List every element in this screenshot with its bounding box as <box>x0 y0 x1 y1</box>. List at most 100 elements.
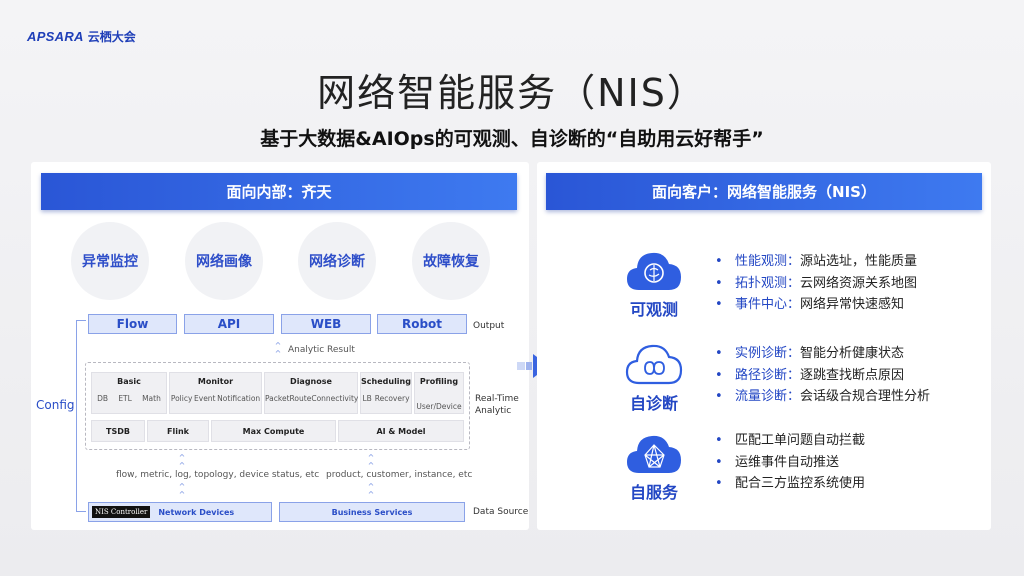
engine-tsdb: TSDB <box>91 420 145 442</box>
module-item: Event <box>194 394 216 403</box>
datasource-label: Data Source <box>473 507 529 517</box>
capability-circle: 网络画像 <box>185 222 263 300</box>
item-colon: ： <box>787 254 801 269</box>
logo-cn-text: 云栖大会 <box>87 30 136 44</box>
infinity-cloud-icon <box>625 344 683 385</box>
self-service-list: 匹配工单问题自动拦截 运维事件自动推送 配合三方监控系统使用 <box>713 430 865 495</box>
output-label: Output <box>473 321 505 331</box>
item-colon: ： <box>787 367 801 383</box>
apsara-logo: APSARA 云栖大会 <box>27 28 136 45</box>
list-item: 事件中心：网络异常快速感知 <box>713 294 917 316</box>
engine-label: TSDB <box>106 426 130 436</box>
list-item: 实例诊断：智能分析健康状态 <box>713 343 930 365</box>
left-panel-header: 面向内部：齐天 <box>41 173 517 210</box>
up-arrow-icon: ⌃ ⌃ <box>366 481 376 502</box>
realtime-label: Real-Time Analytic <box>475 394 519 416</box>
module-profiling: Profiling User/Device <box>414 372 464 414</box>
item-value: 匹配工单问题自动拦截 <box>735 433 866 448</box>
item-key: 流量诊断 <box>735 389 788 404</box>
item-key: 事件中心 <box>735 297 788 312</box>
module-monitor: Monitor Policy Event Notification <box>169 372 262 414</box>
item-key: 路径诊断 <box>735 367 788 383</box>
module-item: Notification <box>217 394 261 403</box>
module-item: DB <box>97 394 109 403</box>
module-item: Packet <box>265 394 290 403</box>
source-right-text: product, customer, instance, etc <box>326 470 473 480</box>
item-value: 会话级合规合理性分析 <box>800 389 931 404</box>
item-key: 实例诊断 <box>735 346 788 361</box>
analytic-result-label: Analytic Result <box>288 345 355 355</box>
observe-list: 性能观测：源站选址，性能质量 拓扑观测：云网络资源关系地图 事件中心：网络异常快… <box>713 251 917 316</box>
capability-circle: 网络诊断 <box>298 222 376 300</box>
list-item: 性能观测：源站选址，性能质量 <box>713 251 917 273</box>
item-value: 源站选址，性能质量 <box>800 254 918 269</box>
module-basic: Basic DB ETL Math <box>91 372 167 414</box>
item-key: 性能观测 <box>735 254 788 269</box>
module-item: LB <box>362 394 372 403</box>
list-item: 路径诊断：逐跳查找断点原因 <box>713 365 930 387</box>
engine-flink: Flink <box>147 420 209 442</box>
item-value: 云网络资源关系地图 <box>800 275 918 291</box>
module-item: Recovery <box>374 394 410 403</box>
category-diagnose: 自诊断 <box>629 394 678 413</box>
item-value: 智能分析健康状态 <box>800 346 905 361</box>
module-title: Diagnose <box>290 377 332 386</box>
item-value: 网络异常快速感知 <box>800 297 905 312</box>
capability-circle: 异常监控 <box>71 222 149 300</box>
brain-cloud-icon <box>627 252 681 290</box>
capability-circle: 故障恢复 <box>412 222 490 300</box>
right-panel-header: 面向客户：网络智能服务（NIS） <box>546 173 982 210</box>
item-colon: ： <box>787 346 801 361</box>
category-observe: 可观测 <box>629 300 678 319</box>
up-arrow-icon: ⌃ ⌃ <box>366 452 376 473</box>
module-item: Policy <box>170 394 193 403</box>
module-diagnose: Diagnose Packet Route Connectivity <box>264 372 358 414</box>
network-cloud-icon <box>627 435 681 473</box>
module-item: Math <box>142 394 161 403</box>
module-item: ETL <box>118 394 132 403</box>
diagnose-list: 实例诊断：智能分析健康状态 路径诊断：逐跳查找断点原因 流量诊断：会话级合规合理… <box>713 343 930 408</box>
engine-label: Max Compute <box>242 426 305 436</box>
config-label: Config <box>35 398 76 412</box>
list-item: 匹配工单问题自动拦截 <box>713 430 865 452</box>
item-key: 拓扑观测 <box>735 275 788 291</box>
item-colon: ： <box>787 389 801 404</box>
slide-title: 网络智能服务（NIS） <box>317 71 707 115</box>
item-value: 逐跳查找断点原因 <box>800 367 905 383</box>
source-left-text: flow, metric, log, topology, device stat… <box>116 470 320 480</box>
module-scheduling: Scheduling LB Recovery <box>360 372 412 414</box>
business-services-box: Business Services <box>279 502 465 522</box>
output-web: WEB <box>281 314 371 334</box>
slide-subtitle: 基于大数据&AIOps的可观测、自诊断的“自助用云好帮手” <box>260 128 764 150</box>
engine-ai-model: AI & Model <box>338 420 464 442</box>
item-value: 运维事件自动推送 <box>735 454 840 470</box>
output-api: API <box>184 314 274 334</box>
category-self-service: 自服务 <box>629 483 678 502</box>
list-item: 配合三方监控系统使用 <box>713 473 865 495</box>
module-item: Route <box>289 394 312 403</box>
logo-text: APSARA <box>27 29 84 44</box>
output-flow: Flow <box>88 314 177 334</box>
list-item: 流量诊断：会话级合规合理性分析 <box>713 386 930 408</box>
list-item: 运维事件自动推送 <box>713 452 865 474</box>
item-colon: ： <box>787 297 801 312</box>
engine-label: AI & Model <box>376 426 426 436</box>
output-robot: Robot <box>377 314 467 334</box>
engine-maxcompute: Max Compute <box>211 420 336 442</box>
network-devices-label: Network Devices <box>158 507 235 517</box>
module-title: Monitor <box>197 377 234 386</box>
list-item: 拓扑观测：云网络资源关系地图 <box>713 273 917 295</box>
item-value: 配合三方监控系统使用 <box>735 476 866 491</box>
up-arrow-icon: ⌃ ⌃ <box>273 340 283 361</box>
engine-label: Flink <box>167 426 189 436</box>
module-item: Connectivity <box>311 394 359 403</box>
module-title: Scheduling <box>361 377 411 386</box>
item-colon: ： <box>787 275 801 291</box>
module-title: Basic <box>117 377 141 386</box>
module-title: Profiling <box>419 377 459 386</box>
network-devices-box: NIS Controller Network Devices <box>88 502 272 522</box>
nis-controller-badge: NIS Controller <box>92 506 151 518</box>
up-arrow-icon: ⌃ ⌃ <box>177 481 187 502</box>
module-item: User/Device <box>416 402 462 411</box>
up-arrow-icon: ⌃ ⌃ <box>177 452 187 473</box>
